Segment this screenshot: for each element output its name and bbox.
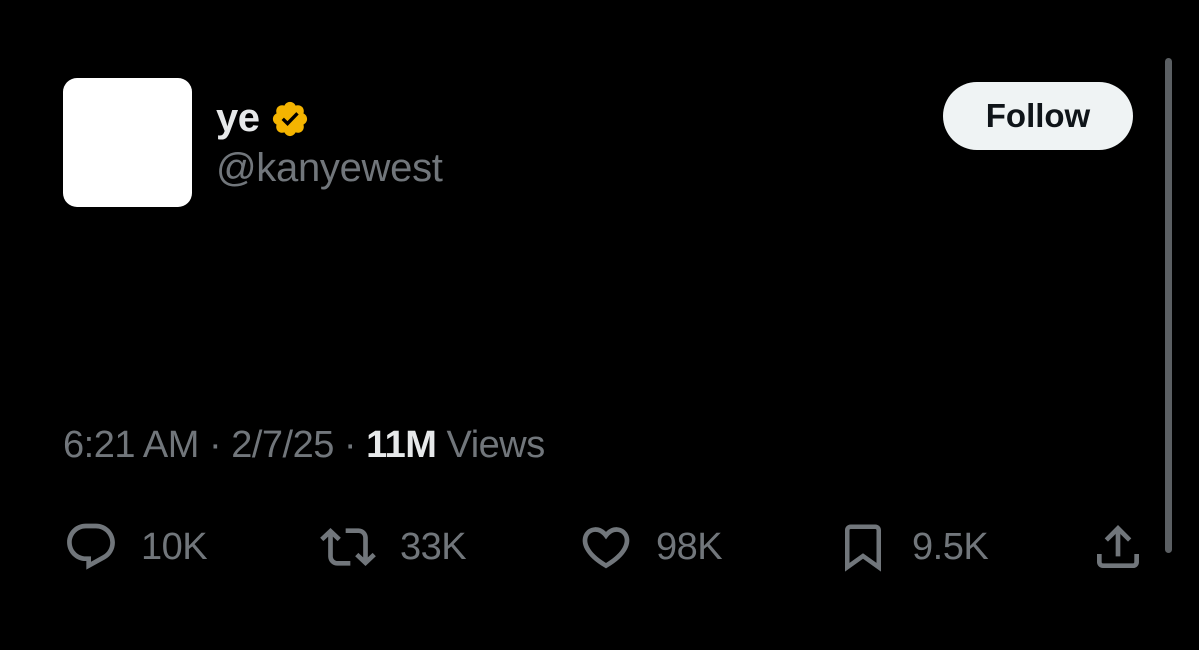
verified-badge-icon[interactable] bbox=[270, 99, 310, 139]
reply-button[interactable]: 10K bbox=[63, 512, 208, 582]
bookmark-button[interactable]: 9.5K bbox=[836, 512, 989, 582]
meta-separator: · bbox=[208, 424, 222, 466]
post-meta: 6:21 AM · 2/7/25 · 11M Views bbox=[63, 424, 545, 467]
avatar[interactable] bbox=[63, 78, 192, 207]
post-date[interactable]: 2/7/25 bbox=[231, 424, 334, 466]
like-count: 98K bbox=[656, 525, 723, 568]
author-handle[interactable]: @kanyewest bbox=[216, 146, 443, 191]
reply-count: 10K bbox=[141, 525, 208, 568]
scrollbar[interactable] bbox=[1165, 58, 1172, 553]
follow-button[interactable]: Follow bbox=[943, 82, 1133, 150]
heart-icon bbox=[578, 519, 634, 575]
views-label: Views bbox=[446, 424, 546, 466]
author-name-row: ye bbox=[216, 96, 310, 141]
repost-icon bbox=[318, 519, 378, 575]
like-button[interactable]: 98K bbox=[578, 512, 723, 582]
meta-separator: · bbox=[343, 424, 357, 466]
bookmark-icon bbox=[836, 517, 890, 577]
post-time[interactable]: 6:21 AM bbox=[63, 424, 199, 466]
views-count: 11M bbox=[366, 424, 437, 466]
repost-count: 33K bbox=[400, 525, 467, 568]
post-card: ye @kanyewest Follow 6:21 AM · 2/7/25 · … bbox=[0, 0, 1199, 650]
repost-button[interactable]: 33K bbox=[318, 512, 467, 582]
action-bar: 10K 33K 98K 9.5K bbox=[0, 512, 1199, 582]
author-display-name[interactable]: ye bbox=[216, 96, 260, 141]
share-button[interactable] bbox=[1090, 512, 1146, 582]
share-icon bbox=[1090, 519, 1146, 575]
reply-icon bbox=[63, 519, 119, 575]
bookmark-count: 9.5K bbox=[912, 525, 989, 568]
